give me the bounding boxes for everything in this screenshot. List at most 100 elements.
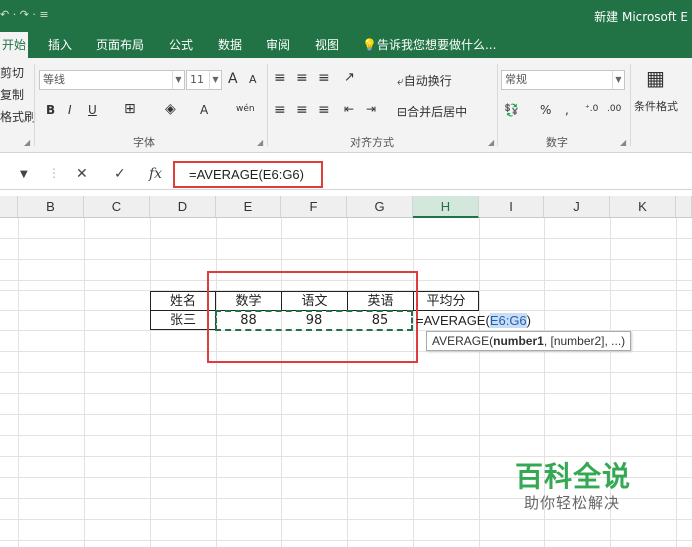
shrink-font-button[interactable]: A xyxy=(249,73,257,86)
conditional-format-button[interactable]: 条件格式 xyxy=(634,98,678,114)
chevron-down-icon: ▼ xyxy=(209,71,221,89)
tooltip-arg: number1 xyxy=(493,334,544,348)
window-title: 新建 Microsoft E xyxy=(594,10,688,24)
grid-line xyxy=(0,238,692,239)
divider xyxy=(34,64,35,146)
edit-reference: E6:G6 xyxy=(489,313,527,328)
tab-view[interactable]: 视图 xyxy=(313,32,341,58)
orientation-icon[interactable]: ↗ xyxy=(344,70,355,85)
font-launcher-icon[interactable]: ◢ xyxy=(257,138,263,147)
function-tooltip[interactable]: AVERAGE(number1, [number2], ...) xyxy=(426,331,632,351)
edit-prefix: =AVERAGE( xyxy=(416,313,490,328)
increase-indent-icon[interactable]: ⇥ xyxy=(366,102,376,116)
underline-button[interactable]: U xyxy=(88,103,97,117)
font-size-select[interactable]: 11 ▼ xyxy=(186,70,222,90)
tooltip-fn: AVERAGE( xyxy=(432,334,494,348)
number-format-value: 常规 xyxy=(505,73,527,86)
quick-access-toolbar[interactable]: ↶ · ↷ · ≡ xyxy=(0,8,49,21)
tab-page-layout[interactable]: 页面布局 xyxy=(94,32,146,58)
cancel-icon[interactable]: ✕ xyxy=(76,166,88,182)
phonetic-button[interactable]: wén xyxy=(236,104,255,114)
grid-line xyxy=(0,393,692,394)
merge-icon: ⊟ xyxy=(397,105,408,119)
align-middle-icon[interactable]: ≡ xyxy=(296,70,308,86)
column-header-h[interactable]: H xyxy=(413,196,479,218)
chevron-down-icon: ▼ xyxy=(612,71,624,89)
column-header-l[interactable] xyxy=(676,196,692,218)
table-header-cell[interactable]: 平均分 xyxy=(413,291,479,311)
grid-line xyxy=(0,435,692,436)
copy-button[interactable]: 复制 xyxy=(0,86,24,103)
italic-button[interactable]: I xyxy=(68,103,72,117)
number-launcher-icon[interactable]: ◢ xyxy=(620,138,626,147)
formula-input[interactable]: =AVERAGE(E6:G6) xyxy=(173,161,323,188)
divider xyxy=(267,64,268,146)
edit-suffix: ) xyxy=(526,313,532,328)
font-group-label: 字体 xyxy=(133,136,155,149)
grow-font-button[interactable]: A xyxy=(228,71,238,87)
decrease-indent-icon[interactable]: ⇤ xyxy=(344,102,354,116)
grid-line xyxy=(0,414,692,415)
borders-icon[interactable]: ⊞ xyxy=(124,101,136,117)
watermark-title: 百科全说 xyxy=(515,460,632,493)
format-painter-button[interactable]: 格式刷 xyxy=(0,108,36,125)
column-header-d[interactable]: D xyxy=(150,196,216,218)
clipboard-launcher-icon[interactable]: ◢ xyxy=(24,138,30,147)
lightbulb-icon: 💡 xyxy=(362,38,377,52)
tell-me-text: 告诉我您想要做什么... xyxy=(376,38,497,52)
divider xyxy=(630,64,631,146)
alignment-launcher-icon[interactable]: ◢ xyxy=(488,138,494,147)
number-format-select[interactable]: 常规 ▼ xyxy=(501,70,625,90)
column-header-k[interactable]: K xyxy=(610,196,676,218)
column-header-j[interactable]: J xyxy=(544,196,610,218)
decrease-decimal-icon[interactable]: .00 xyxy=(607,104,621,114)
insert-function-icon[interactable]: fx xyxy=(149,166,162,182)
cell-edit-text[interactable]: =AVERAGE(E6:G6) xyxy=(416,311,531,331)
comma-button[interactable]: , xyxy=(565,103,569,117)
number-group-label: 数字 xyxy=(546,136,568,149)
tab-review[interactable]: 审阅 xyxy=(264,32,292,58)
font-name-select[interactable]: 等线 ▼ xyxy=(39,70,185,90)
column-header-i[interactable]: I xyxy=(479,196,544,218)
align-top-icon[interactable]: ≡ xyxy=(274,70,286,86)
merge-center-label: 合并后居中 xyxy=(407,105,468,119)
corner-header[interactable] xyxy=(0,196,18,218)
tab-insert[interactable]: 插入 xyxy=(46,32,74,58)
currency-icon[interactable]: 💱 xyxy=(504,103,519,117)
name-box-chevron-icon[interactable]: ▼ xyxy=(20,169,28,180)
tab-home[interactable]: 开始 xyxy=(0,32,29,58)
align-left-icon[interactable]: ≡ xyxy=(274,102,286,118)
column-header-b[interactable]: B xyxy=(18,196,84,218)
bold-button[interactable]: B xyxy=(46,103,55,117)
cut-button[interactable]: 剪切 xyxy=(0,64,24,81)
column-header-g[interactable]: G xyxy=(347,196,413,218)
conditional-format-icon: ▦ xyxy=(646,66,665,90)
grid-line xyxy=(0,372,692,373)
alignment-group-label: 对齐方式 xyxy=(350,136,394,149)
font-color-icon[interactable]: A xyxy=(200,103,208,117)
font-name-value: 等线 xyxy=(43,73,65,86)
percent-button[interactable]: % xyxy=(540,103,551,117)
tell-me-box[interactable]: 💡告诉我您想要做什么... xyxy=(360,32,498,58)
merge-center-button[interactable]: ⊟合并后居中 xyxy=(397,103,467,120)
tab-data[interactable]: 数据 xyxy=(216,32,244,58)
align-bottom-icon[interactable]: ≡ xyxy=(318,70,330,86)
increase-decimal-icon[interactable]: ⁺.0 xyxy=(585,104,598,114)
watermark-subtitle: 助你轻松解决 xyxy=(524,494,621,512)
ribbon-tabs: 开始 插入 页面布局 公式 数据 审阅 视图 💡告诉我您想要做什么... xyxy=(0,32,692,58)
enter-icon[interactable]: ✓ xyxy=(114,166,126,182)
title-bar: ↶ · ↷ · ≡ 新建 Microsoft E xyxy=(0,0,692,32)
align-center-icon[interactable]: ≡ xyxy=(296,102,308,118)
column-header-f[interactable]: F xyxy=(281,196,347,218)
fill-color-icon[interactable]: ◈ xyxy=(165,101,176,117)
wrap-text-icon: ⤶ xyxy=(397,74,404,88)
font-size-value: 11 xyxy=(190,73,204,86)
wrap-text-button[interactable]: ⤶自动换行 xyxy=(397,72,452,89)
ribbon: 剪切 复制 格式刷 ◢ 等线 ▼ 11 ▼ A A B I U ⊞ ◈ A wé… xyxy=(0,58,692,153)
divider xyxy=(497,64,498,146)
column-header-e[interactable]: E xyxy=(216,196,281,218)
align-right-icon[interactable]: ≡ xyxy=(318,102,330,118)
tab-formulas[interactable]: 公式 xyxy=(167,32,195,58)
tooltip-rest: , [number2], ...) xyxy=(543,334,626,348)
column-header-c[interactable]: C xyxy=(84,196,150,218)
